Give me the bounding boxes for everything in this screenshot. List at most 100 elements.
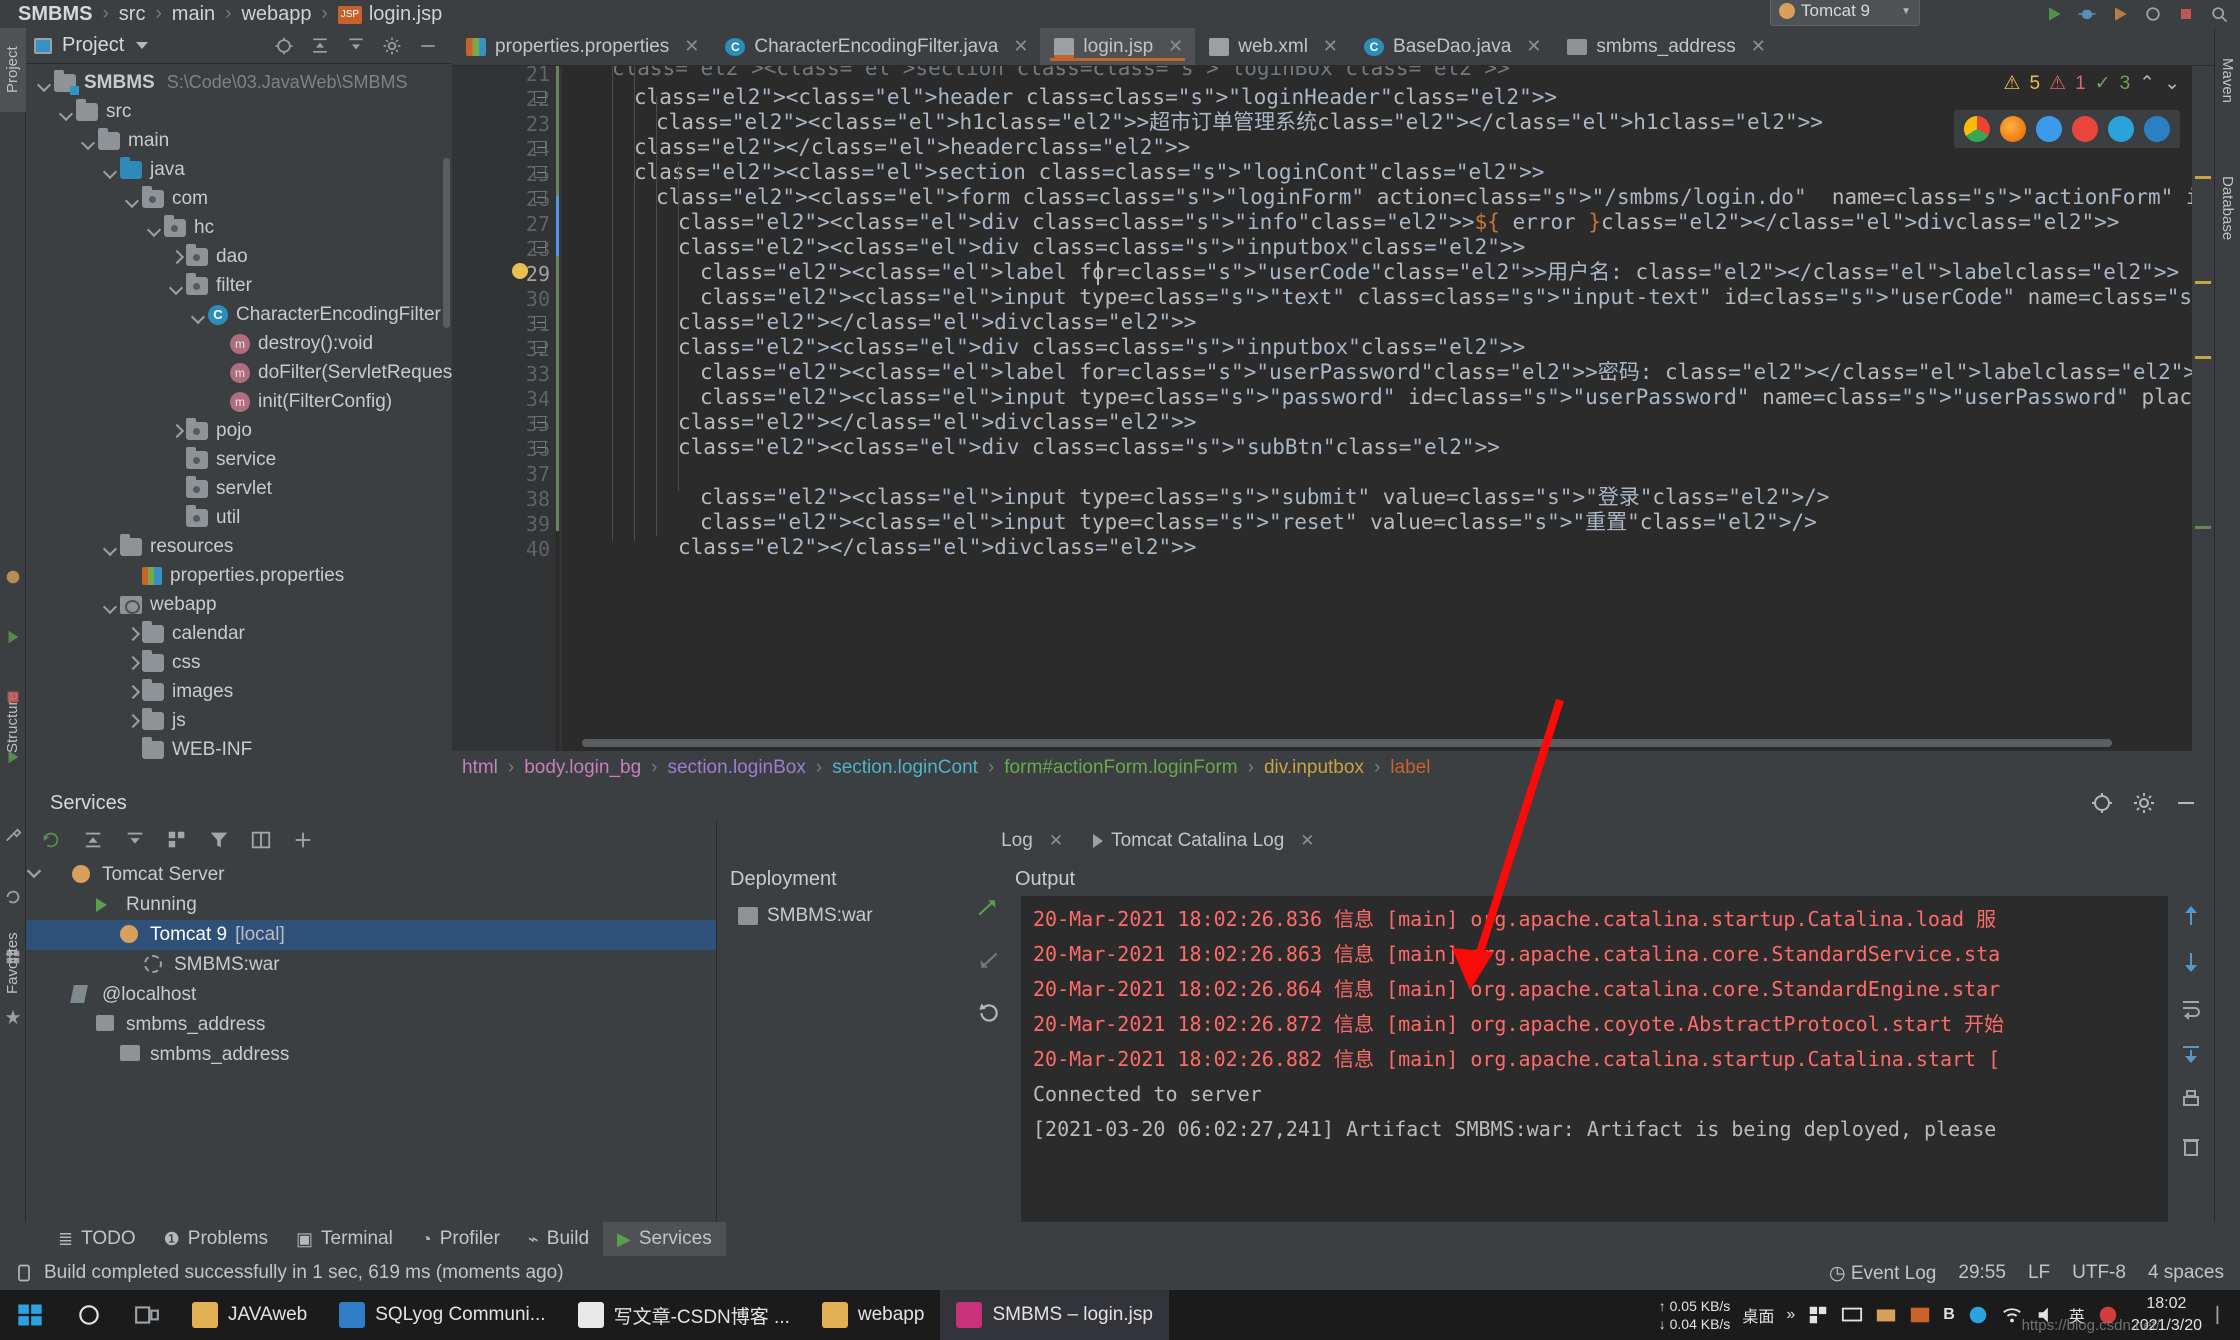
tree-node-characterencodingfilter[interactable]: C CharacterEncodingFilter <box>26 300 452 329</box>
hide-panel-icon[interactable] <box>2174 791 2198 815</box>
tool-tab-maven[interactable]: Maven <box>2214 36 2240 126</box>
chevron-right-icon[interactable] <box>124 712 142 730</box>
file-encoding[interactable]: UTF-8 <box>2072 1262 2126 1284</box>
search-everywhere-icon[interactable] <box>2208 4 2230 24</box>
bottom-tool-problems[interactable]: ❶ Problems <box>150 1222 282 1256</box>
editor-tab-bar[interactable]: properties.properties ✕ C CharacterEncoding… <box>452 28 2214 66</box>
editor-tab-characterencodingfilter-java[interactable]: C CharacterEncodingFilter.java ✕ <box>711 28 1040 65</box>
editor-breadcrumb-item[interactable]: form#actionForm.loginForm <box>1004 757 1237 779</box>
project-file-tree[interactable]: SMBMS S:\Code\03.JavaWeb\SMBMS src main java… <box>26 64 452 780</box>
chevron-down-icon[interactable] <box>168 277 186 295</box>
bottom-tool-profiler[interactable]: ◔ Profiler <box>407 1222 514 1256</box>
breadcrumb-main[interactable]: main <box>172 3 215 26</box>
desktop-label[interactable]: 桌面 <box>1742 1303 1774 1327</box>
service-node-tomcat-server[interactable]: Tomcat Server <box>26 860 716 890</box>
project-scrollbar[interactable] <box>443 158 450 328</box>
code-line[interactable]: class="el2"><class="el">div class=class=… <box>678 235 1525 260</box>
undeploy-icon[interactable] <box>975 947 1001 973</box>
intention-bulb-icon[interactable] <box>512 263 534 285</box>
code-line[interactable]: class="el2"></class="el">divclass="el2">… <box>678 310 1196 335</box>
code-editor[interactable]: 2122232425262728293031323334353637383940… <box>452 62 2214 751</box>
tray-expand-icon[interactable]: » <box>1786 1306 1795 1324</box>
close-icon[interactable]: ✕ <box>1049 831 1063 851</box>
editor-tab-web-xml[interactable]: web.xml ✕ <box>1195 28 1350 65</box>
code-line[interactable]: class="el2"><class="el">h1class="el2">>超… <box>656 110 1823 135</box>
code-fold-marker[interactable] <box>532 164 548 180</box>
code-line[interactable]: class="el2"></class="el">headerclass="el… <box>634 135 1190 160</box>
taskbar-app-javaweb[interactable]: JAVAweb <box>176 1290 323 1340</box>
opera-icon[interactable] <box>2072 116 2098 142</box>
code-fold-marker[interactable] <box>532 139 548 155</box>
tree-node-pojo[interactable]: pojo <box>26 416 452 445</box>
chevron-down-icon[interactable] <box>102 161 120 179</box>
scroll-up-icon[interactable] <box>2179 904 2203 928</box>
code-line[interactable]: class="el2"><class="el">div class=class=… <box>678 435 1500 460</box>
stripe-warning[interactable] <box>2195 176 2211 179</box>
stop-icon[interactable] <box>2175 4 2197 24</box>
add-service-icon[interactable] <box>292 829 314 851</box>
start-button[interactable] <box>0 1290 60 1340</box>
taskbar-app-webapp[interactable]: webapp <box>806 1290 941 1340</box>
gear-icon[interactable] <box>382 36 402 56</box>
editor-breadcrumb-item[interactable]: div.inputbox <box>1264 757 1364 779</box>
chevron-down-icon[interactable] <box>124 190 142 208</box>
tree-node-calendar[interactable]: calendar <box>26 619 452 648</box>
chevron-down-icon[interactable] <box>190 306 208 324</box>
bottom-tool-terminal[interactable]: ▣ Terminal <box>282 1222 407 1256</box>
breadcrumb-webapp[interactable]: webapp <box>241 3 311 26</box>
taskbar-app--csdn-[interactable]: 写文章-CSDN博客 ... <box>562 1290 806 1340</box>
chevron-right-icon[interactable] <box>168 248 186 266</box>
group-icon[interactable] <box>166 829 188 851</box>
cortana-search-button[interactable] <box>60 1290 118 1340</box>
services-tree[interactable]: Tomcat Server Running Tomcat 9 [local] SMBMS… <box>26 860 716 1235</box>
scroll-down-icon[interactable] <box>2179 950 2203 974</box>
tree-node-main[interactable]: main <box>26 126 452 155</box>
print-icon[interactable] <box>2179 1088 2203 1112</box>
code-line[interactable]: class="el2"></class="el">divclass="el2">… <box>678 535 1196 560</box>
console-output[interactable]: 20-Mar-2021 18:02:26.836 信息 [main] org.a… <box>1021 896 2214 1235</box>
code-line[interactable]: class="el2"><class="el">div class=class=… <box>678 210 2119 235</box>
favorites-star-icon[interactable] <box>4 1008 22 1026</box>
chrome-icon[interactable] <box>1964 116 1990 142</box>
deployment-item[interactable]: SMBMS:war <box>716 900 1001 932</box>
code-line[interactable]: class="el2"><class="el">label for=class=… <box>700 260 2179 285</box>
editor-tab-properties-properties[interactable]: properties.properties ✕ <box>452 28 711 65</box>
hide-panel-icon[interactable] <box>418 36 438 56</box>
editor-tab-smbms-address[interactable]: smbms_address ✕ <box>1553 28 1777 65</box>
breadcrumb-file[interactable]: login.jsp <box>369 3 442 26</box>
taskbar-app-sqlyog-communi-[interactable]: SQLyog Communi... <box>323 1290 561 1340</box>
stripe-info[interactable] <box>2195 526 2211 529</box>
tree-node-smbms[interactable]: SMBMS S:\Code\03.JavaWeb\SMBMS <box>26 68 452 97</box>
tree-node-com[interactable]: com <box>26 184 452 213</box>
service-node-running[interactable]: Running <box>26 890 716 920</box>
tree-node-properties-properties[interactable]: properties.properties <box>26 561 452 590</box>
soft-wrap-icon[interactable] <box>2179 996 2203 1020</box>
tray-grid-icon[interactable] <box>1807 1304 1829 1326</box>
bottom-tool-services[interactable]: ▶ Services <box>603 1222 726 1256</box>
chevron-right-icon[interactable] <box>124 683 142 701</box>
collapse-all-services-icon[interactable] <box>124 829 146 851</box>
breadcrumb-src[interactable]: src <box>119 3 146 26</box>
breadcrumb-project[interactable]: SMBMS <box>18 3 92 26</box>
stripe-warning[interactable] <box>2195 281 2211 284</box>
filter-icon[interactable] <box>208 829 230 851</box>
tree-node-service[interactable]: service <box>26 445 452 474</box>
tree-node-webapp[interactable]: webapp <box>26 590 452 619</box>
editor-breadcrumb[interactable]: html › body.login_bg › section.loginBox › sect… <box>452 751 2214 785</box>
locate-icon[interactable] <box>2090 791 2114 815</box>
tool-tab-database[interactable]: Database <box>2214 148 2240 268</box>
taskbar-app-list[interactable]: JAVAweb SQLyog Communi... 写文章-CSDN博客 ... we… <box>176 1290 1169 1340</box>
tray-folder-icon[interactable] <box>1875 1304 1897 1326</box>
profile-icon[interactable] <box>2142 4 2164 24</box>
chevron-down-icon[interactable] <box>102 538 120 556</box>
code-line[interactable]: class="el2"><class="el">input type=class… <box>700 485 1829 510</box>
close-icon[interactable]: ✕ <box>684 36 699 57</box>
split-icon[interactable] <box>250 829 272 851</box>
chevron-down-icon[interactable] <box>102 596 120 614</box>
code-fold-marker[interactable] <box>532 239 548 255</box>
line-separator[interactable]: LF <box>2028 1262 2050 1284</box>
close-icon[interactable]: ✕ <box>1323 36 1338 57</box>
inspection-summary[interactable]: ⚠ 5 ⚠ 1 ✓ 3 ⌃ ⌄ <box>2003 72 2180 95</box>
code-line[interactable]: class="el2"><class="el">label for=class=… <box>700 360 2209 385</box>
services-toolbar[interactable] <box>26 820 716 860</box>
